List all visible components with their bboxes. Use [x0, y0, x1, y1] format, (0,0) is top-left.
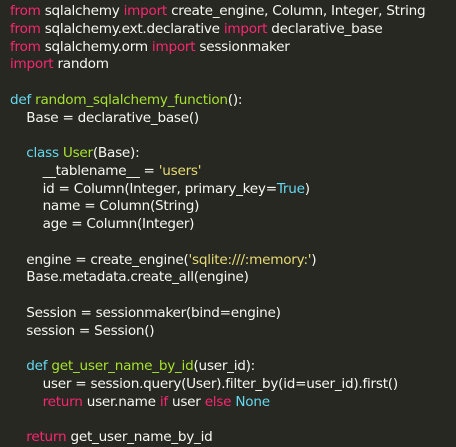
code-line: import random [10, 56, 456, 74]
code-token-str: 'users' [158, 162, 202, 179]
code-token-plain: sessionmaker [195, 38, 290, 55]
code-token-fn: get_user_name_by_id [51, 358, 194, 374]
code-token-plain: (): [227, 91, 243, 108]
code-token-plain: declarative_base [267, 20, 383, 37]
code-line: class User(Base): [10, 145, 456, 163]
code-token-plain: Base = declarative_base() [10, 109, 199, 126]
code-token-fn: User [62, 145, 93, 161]
code-token-bool: None [235, 393, 270, 410]
code-token-plain: (Base): [92, 145, 140, 161]
code-token-plain: user = session.query(User).filter_by(id=… [10, 375, 399, 392]
code-token-plain: engine = create_engine( [10, 251, 189, 268]
code-token-plain: sqlalchemy [40, 3, 124, 19]
code-token-kw: if [159, 393, 168, 410]
code-line: Base = declarative_base() [10, 110, 456, 128]
code-editor[interactable]: from sqlalchemy import create_engine, Co… [0, 0, 456, 445]
code-token-kw: from [10, 20, 41, 37]
code-line: def random_sqlalchemy_function(): [10, 92, 456, 110]
code-line: Session = sessionmaker(bind=engine) [10, 305, 456, 323]
code-token-kw: import [151, 38, 196, 55]
code-token-kw: return [26, 429, 67, 445]
code-token-plain: sqlalchemy.ext.declarative [40, 20, 224, 37]
code-line: return user.name if user else None [10, 394, 456, 412]
code-line: def get_user_name_by_id(user_id): [10, 358, 456, 376]
code-token-plain: user [167, 393, 205, 410]
code-token-str: 'sqlite:///:memory:' [188, 251, 312, 268]
code-line: return get_user_name_by_id [10, 429, 456, 447]
code-token-plain: create_engine, Column, Integer, String [167, 3, 426, 19]
code-token-kwd: def [10, 91, 32, 108]
code-line: session = Session() [10, 323, 456, 341]
code-line: from sqlalchemy.ext.declarative import d… [10, 21, 456, 39]
code-token-plain: ) [311, 251, 317, 268]
code-token-plain: user.name [82, 393, 160, 410]
code-line: name = Column(String) [10, 198, 456, 216]
code-token-kw: import [123, 3, 168, 19]
code-line: user = session.query(User).filter_by(id=… [10, 376, 456, 394]
code-token-plain: age = Column(Integer) [10, 216, 195, 232]
code-line: id = Column(Integer, primary_key=True) [10, 181, 456, 199]
code-token-plain: random [53, 56, 109, 73]
code-token-plain: sqlalchemy.orm [40, 38, 152, 55]
code-token-plain: name = Column(String) [10, 198, 200, 215]
code-token-plain: Base.metadata.create_all(engine) [10, 269, 249, 286]
code-token-kw: else [204, 393, 232, 410]
code-token-kw: return [42, 393, 83, 410]
code-token-plain: get_user_name_by_id [66, 429, 213, 445]
code-token-kw: from [10, 3, 41, 19]
code-token-plain: ) [304, 180, 310, 197]
code-token-plain: id = Column(Integer, primary_key= [10, 180, 278, 197]
code-line: engine = create_engine('sqlite:///:memor… [10, 252, 456, 270]
code-token-plain: __tablename__ = [10, 162, 159, 179]
code-line: age = Column(Integer) [10, 216, 456, 234]
code-token-kwd: def [26, 358, 48, 374]
code-token-kw: from [10, 38, 41, 55]
code-token-kwd: class [26, 145, 59, 161]
code-token-plain: Session = sessionmaker(bind=engine) [10, 304, 281, 321]
code-line: __tablename__ = 'users' [10, 163, 456, 181]
code-token-plain: session = Session() [10, 322, 155, 339]
code-line: from sqlalchemy.orm import sessionmaker [10, 39, 456, 57]
code-line: from sqlalchemy import create_engine, Co… [10, 3, 456, 21]
code-token-bool: True [276, 180, 305, 197]
code-token-kw: import [10, 56, 54, 73]
code-line: Base.metadata.create_all(engine) [10, 269, 456, 287]
code-token-kw: import [223, 20, 268, 37]
code-token-fn: random_sqlalchemy_function [35, 91, 228, 108]
code-token-plain: (user_id): [193, 358, 255, 374]
